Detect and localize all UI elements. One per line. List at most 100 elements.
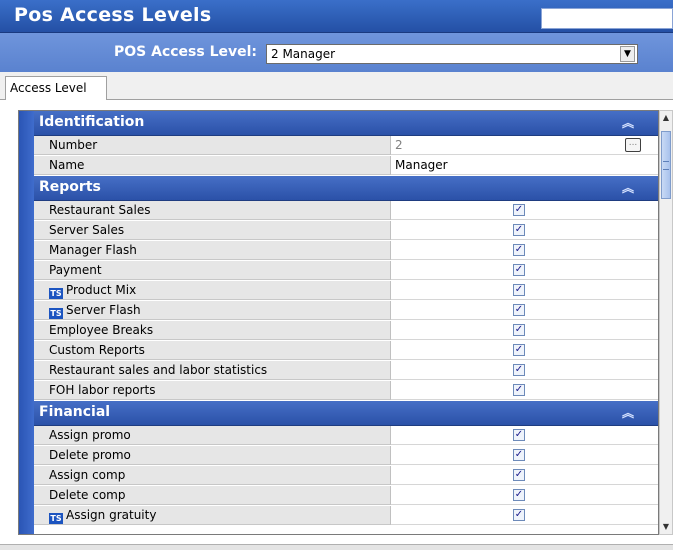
grid-row: Manager Flash ✓ [34, 241, 658, 261]
section-title: Reports [39, 179, 101, 195]
grid-row: Assign promo ✓ [34, 426, 658, 446]
row-value: ✓ [391, 381, 658, 400]
checkbox[interactable]: ✓ [513, 324, 525, 336]
grid-row: Restaurant Sales ✓ [34, 201, 658, 221]
row-label: Name [34, 156, 391, 175]
row-label: Restaurant Sales [34, 201, 391, 220]
row-value: ✓ [391, 201, 658, 220]
checkbox[interactable]: ✓ [513, 364, 525, 376]
row-label: Delete promo [34, 446, 391, 465]
title-bar: Pos Access Levels [0, 0, 673, 33]
row-label: Custom Reports [34, 341, 391, 360]
tabstrip: Access Level [0, 72, 673, 100]
vertical-scrollbar[interactable]: ▲ ▼ [659, 110, 673, 535]
grid-row: Delete comp ✓ [34, 486, 658, 506]
grid-row-name: Name Manager [34, 156, 658, 176]
tab-access-level[interactable]: Access Level [5, 76, 107, 100]
row-value: ✓ [391, 361, 658, 380]
grip-icon [663, 161, 669, 170]
tab-label: Access Level [10, 81, 87, 95]
row-value: ✓ [391, 301, 658, 320]
section-title: Identification [39, 114, 145, 130]
ts-icon: TS [49, 513, 63, 524]
row-label: Payment [34, 261, 391, 280]
section-header-identification[interactable]: Identification ︽ [34, 111, 658, 136]
collapse-up-icon[interactable]: ︽ [621, 406, 635, 420]
grid-row: Payment ✓ [34, 261, 658, 281]
row-label-with-icon: TS Assign gratuity [34, 506, 391, 525]
row-label-with-icon: TS Product Mix [34, 281, 391, 300]
access-level-label: POS Access Level: [114, 44, 258, 60]
checkbox[interactable]: ✓ [513, 489, 525, 501]
property-grid: Identification ︽ Number 2 ... Name Manag… [18, 110, 659, 535]
checkbox[interactable]: ✓ [513, 449, 525, 461]
grid-row-number: Number 2 ... [34, 136, 658, 156]
grid-gutter [19, 111, 34, 534]
ts-icon: TS [49, 308, 63, 319]
grid-row: Delete promo ✓ [34, 446, 658, 466]
window-title: Pos Access Levels [14, 4, 212, 26]
grid-row: Custom Reports ✓ [34, 341, 658, 361]
row-label-text: Assign gratuity [66, 508, 157, 522]
section-header-financial[interactable]: Financial ︽ [34, 401, 658, 426]
name-value-field[interactable]: Manager [391, 156, 658, 175]
row-label: Delete comp [34, 486, 391, 505]
row-value: ✓ [391, 486, 658, 505]
chevron-down-icon[interactable]: ▼ [620, 46, 635, 62]
grid-row: Assign comp ✓ [34, 466, 658, 486]
grid-row: Server Sales ✓ [34, 221, 658, 241]
row-value: ✓ [391, 321, 658, 340]
checkbox[interactable]: ✓ [513, 469, 525, 481]
checkbox[interactable]: ✓ [513, 264, 525, 276]
row-label: Restaurant sales and labor statistics [34, 361, 391, 380]
row-label: Number [34, 136, 391, 155]
grid-row: TS Server Flash ✓ [34, 301, 658, 321]
collapse-up-icon[interactable]: ︽ [621, 181, 635, 195]
row-label-text: Product Mix [66, 283, 137, 297]
checkbox[interactable]: ✓ [513, 344, 525, 356]
row-value: ✓ [391, 241, 658, 260]
row-label: Server Sales [34, 221, 391, 240]
checkbox[interactable]: ✓ [513, 284, 525, 296]
row-value: ✓ [391, 261, 658, 280]
ts-icon: TS [49, 288, 63, 299]
row-value: ✓ [391, 506, 658, 525]
row-label: Employee Breaks [34, 321, 391, 340]
grid-row: FOH labor reports ✓ [34, 381, 658, 401]
row-label: Assign promo [34, 426, 391, 445]
row-label-text: Server Flash [66, 303, 141, 317]
grid-rows: Identification ︽ Number 2 ... Name Manag… [34, 111, 658, 526]
checkbox[interactable]: ✓ [513, 204, 525, 216]
checkbox[interactable]: ✓ [513, 429, 525, 441]
grid-row: TS Assign gratuity ✓ [34, 506, 658, 526]
row-value: ✓ [391, 221, 658, 240]
checkbox[interactable]: ✓ [513, 244, 525, 256]
ellipsis-icon[interactable]: ... [625, 138, 641, 152]
grid-row: Employee Breaks ✓ [34, 321, 658, 341]
row-label-with-icon: TS Server Flash [34, 301, 391, 320]
section-header-reports[interactable]: Reports ︽ [34, 176, 658, 201]
scroll-up-icon[interactable]: ▲ [660, 111, 672, 125]
title-search-field[interactable] [541, 8, 673, 29]
properties-panel: Identification ︽ Number 2 ... Name Manag… [0, 100, 673, 544]
checkbox[interactable]: ✓ [513, 509, 525, 521]
number-value-text: 2 [395, 138, 403, 152]
access-level-selected-value: 2 Manager [271, 47, 336, 61]
row-label: Assign comp [34, 466, 391, 485]
access-level-bar: POS Access Level: 2 Manager ▼ [0, 33, 673, 72]
collapse-up-icon[interactable]: ︽ [621, 116, 635, 130]
checkbox[interactable]: ✓ [513, 224, 525, 236]
row-value: ✓ [391, 281, 658, 300]
row-value: ✓ [391, 446, 658, 465]
number-value[interactable]: 2 ... [391, 136, 658, 155]
checkbox[interactable]: ✓ [513, 304, 525, 316]
scroll-thumb[interactable] [661, 131, 671, 199]
access-level-select[interactable]: 2 Manager ▼ [266, 44, 638, 64]
row-value: ✓ [391, 341, 658, 360]
checkbox[interactable]: ✓ [513, 384, 525, 396]
row-value: ✓ [391, 426, 658, 445]
grid-row: Restaurant sales and labor statistics ✓ [34, 361, 658, 381]
row-label: Manager Flash [34, 241, 391, 260]
row-label: FOH labor reports [34, 381, 391, 400]
scroll-down-icon[interactable]: ▼ [660, 520, 672, 534]
